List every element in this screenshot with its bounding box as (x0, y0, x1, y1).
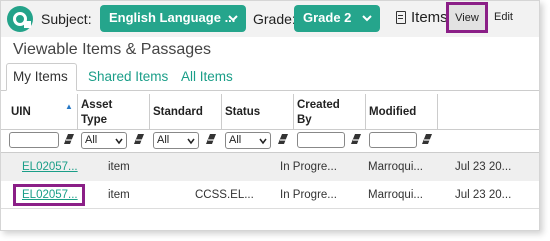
column-separator (293, 94, 294, 129)
eraser-icon[interactable] (133, 133, 145, 145)
column-header-status[interactable]: Status (225, 105, 260, 120)
grade-select[interactable]: Grade 2 (294, 5, 380, 32)
chevron-down-icon (362, 15, 372, 22)
grade-value: Grade 2 (303, 10, 352, 25)
app-logo-icon[interactable] (7, 6, 33, 32)
created-by-cell: Marroqui... (368, 189, 423, 201)
column-header-created-by[interactable]: Created By (297, 98, 347, 128)
column-separator (149, 94, 150, 129)
tabs-divider (1, 90, 539, 91)
subject-select[interactable]: English Language ... (100, 5, 246, 32)
status-filter-select[interactable]: All (225, 132, 271, 149)
sort-ascending-icon[interactable]: ▲ (65, 102, 73, 111)
modified-filter-input[interactable] (369, 132, 417, 148)
standard-filter-value: All (157, 134, 170, 146)
column-header-asset-type[interactable]: Asset Type (81, 98, 131, 128)
tab-my-items[interactable]: My Items (6, 63, 77, 91)
column-separator (437, 94, 438, 129)
chevron-down-icon (115, 138, 123, 145)
subject-label: Subject: (41, 11, 92, 27)
chevron-down-icon (228, 15, 238, 22)
asset-type-filter-select[interactable]: All (81, 132, 127, 149)
modified-cell: Jul 23 20... (455, 161, 512, 173)
status-cell: In Progre... (280, 189, 337, 201)
column-separator (77, 94, 78, 129)
created-by-filter-input[interactable] (297, 132, 345, 148)
eraser-icon[interactable] (205, 133, 217, 145)
asset-type-cell: item (108, 189, 130, 201)
tab-all-items[interactable]: All Items (181, 69, 233, 84)
column-header-uin[interactable]: UIN (11, 105, 31, 120)
chevron-down-icon (259, 138, 267, 145)
asset-type-cell: item (108, 161, 130, 173)
header-divider (1, 129, 539, 130)
table-row[interactable]: EL02057... item In Progre... Marroqui...… (1, 153, 539, 181)
chevron-down-icon (187, 138, 195, 145)
app-window: Subject: English Language ... Grade: Gra… (0, 0, 540, 231)
column-header-modified[interactable]: Modified (369, 105, 416, 120)
items-label: Items (411, 9, 448, 26)
tab-shared-items[interactable]: Shared Items (88, 69, 168, 84)
uin-link[interactable]: EL02057... (22, 161, 78, 173)
eraser-icon[interactable] (350, 133, 362, 145)
standard-filter-select[interactable]: All (153, 132, 199, 149)
eraser-icon[interactable] (63, 133, 75, 145)
column-separator (365, 94, 366, 129)
standard-cell: CCSS.EL... (195, 189, 254, 201)
edit-button[interactable]: Edit (494, 11, 513, 23)
column-header-standard[interactable]: Standard (153, 105, 203, 120)
eraser-icon[interactable] (421, 133, 433, 145)
column-separator (221, 94, 222, 129)
subject-value: English Language ... (109, 10, 236, 25)
top-toolbar: Subject: English Language ... Grade: Gra… (1, 1, 539, 37)
uin-highlight-box (13, 184, 85, 206)
modified-cell: Jul 23 20... (455, 189, 512, 201)
grade-label: Grade: (253, 11, 296, 27)
created-by-cell: Marroqui... (368, 161, 423, 173)
eraser-icon[interactable] (277, 133, 289, 145)
document-icon (396, 11, 406, 24)
status-cell: In Progre... (280, 161, 337, 173)
status-filter-value: All (229, 134, 242, 146)
uin-filter-input[interactable] (9, 132, 59, 148)
asset-type-filter-value: All (85, 134, 98, 146)
view-button[interactable]: View (446, 2, 488, 33)
panel-title: Viewable Items & Passages (13, 41, 212, 58)
